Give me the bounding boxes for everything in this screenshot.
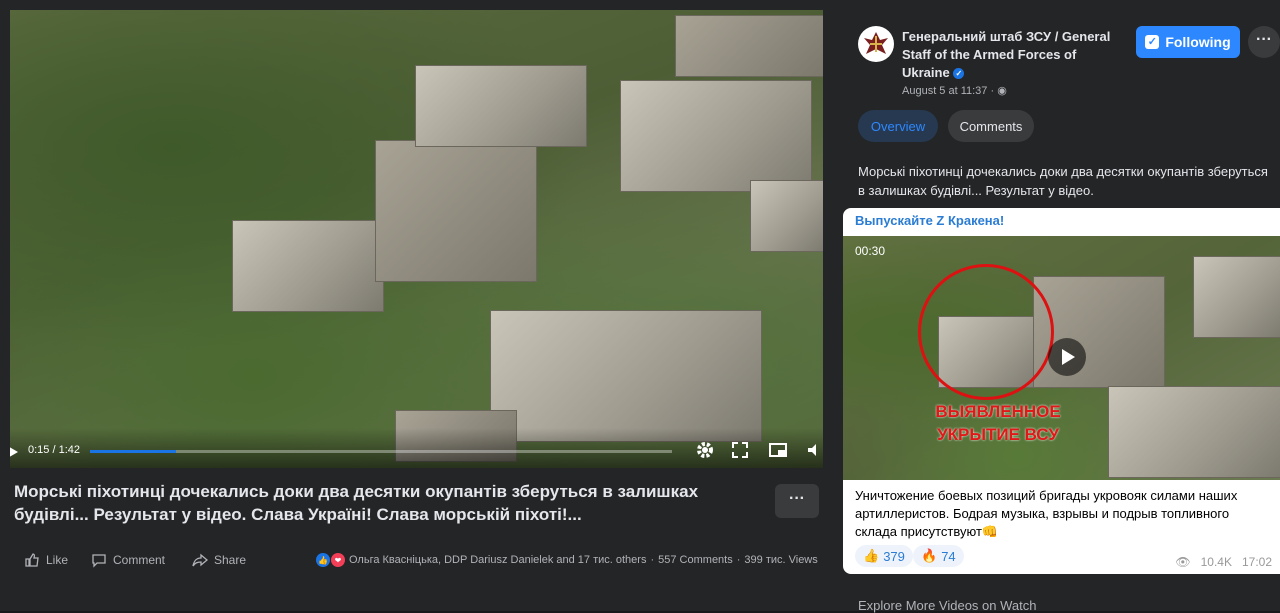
globe-icon: ◉ (997, 85, 1007, 97)
fullscreen-icon[interactable] (730, 440, 750, 460)
follow-check-icon: ✓ (1145, 35, 1160, 49)
comment-button[interactable]: Comment (91, 548, 165, 572)
reactions-row[interactable]: 👍 ❤ Ольга Квасніцька, DDP Dariusz Daniel… (316, 548, 818, 572)
comment-icon (92, 554, 106, 568)
thumbs-up-icon (25, 553, 39, 567)
reactions-summary[interactable]: Ольга Квасніцька, DDP Dariusz Danielek a… (349, 554, 646, 566)
tab-overview[interactable]: Overview (858, 110, 938, 142)
page-avatar[interactable] (858, 26, 894, 62)
like-label: Like (46, 553, 69, 567)
following-button[interactable]: ✓ Following (1136, 26, 1240, 58)
play-icon[interactable] (10, 445, 18, 459)
ruined-building (1108, 386, 1280, 478)
video-controls: 0:15 / 1:42 (10, 428, 823, 468)
emblem-icon (859, 27, 893, 61)
sidebar-more-button[interactable]: ··· (1248, 26, 1280, 58)
video-player[interactable]: 0:15 / 1:42 (10, 10, 823, 468)
separator: · (736, 554, 741, 566)
settings-icon[interactable] (695, 440, 715, 460)
separator: · (650, 554, 655, 566)
embedded-post-card[interactable]: Выпускайте Z Кракена! 00:30 ВЫЯВЛЕННОЕ У… (843, 208, 1280, 574)
share-icon (192, 553, 208, 567)
post-description: Морські піхотинці дочекались доки два де… (858, 164, 1268, 198)
ruined-building (415, 65, 587, 147)
play-icon[interactable] (1048, 338, 1086, 376)
page-name[interactable]: Генеральний штаб ЗСУ / General Staff of … (902, 28, 1127, 82)
like-count: 379 (883, 548, 905, 564)
card-text: Уничтожение боевых позиций бригады укров… (855, 488, 1238, 539)
post-more-button[interactable]: ··· (775, 484, 819, 518)
card-views: 10.4K (1200, 555, 1232, 569)
fire-icon: 🔥 (921, 548, 938, 563)
like-reaction-badge[interactable]: 👍 379 (855, 545, 913, 567)
ruined-building (1193, 256, 1280, 338)
ruined-building (232, 220, 384, 312)
page-name-text: Генеральний штаб ЗСУ / General Staff of … (902, 29, 1111, 80)
eye-icon: 👁 (1175, 555, 1191, 569)
verified-icon: ✓ (953, 68, 965, 80)
progress-fill (90, 450, 176, 453)
fire-reaction-badge[interactable]: 🔥 74 (913, 545, 964, 567)
ruined-building (620, 80, 812, 192)
card-overlay-text: ВЫЯВЛЕННОЕ УКРЫТИЕ ВСУ (935, 402, 1061, 444)
thumbs-up-icon: 👍 (863, 548, 880, 563)
card-time: 17:02 (1241, 555, 1272, 569)
following-label: Following (1165, 34, 1231, 50)
share-button[interactable]: Share (192, 548, 246, 572)
video-time: 0:15 / 1:42 (28, 444, 80, 456)
love-reaction-icon: ❤ (331, 553, 345, 567)
video-title: Морські піхотинці дочекались доки два де… (14, 482, 699, 524)
share-label: Share (214, 553, 247, 567)
video-panel: 0:15 / 1:42 Морські піхотинці дочекались… (0, 10, 840, 611)
volume-icon[interactable] (805, 440, 823, 460)
card-video-time: 00:30 (855, 244, 886, 258)
tab-comments[interactable]: Comments (948, 110, 1034, 142)
ruined-building (490, 310, 762, 442)
ruined-building (750, 180, 823, 252)
like-reaction-icon: 👍 (316, 553, 330, 567)
card-video[interactable]: 00:30 ВЫЯВЛЕННОЕ УКРЫТИЕ ВСУ (843, 236, 1280, 480)
progress-bar[interactable] (90, 450, 672, 453)
card-stats: 👁 10.4K 17:02 (1175, 555, 1272, 569)
like-button[interactable]: Like (24, 548, 68, 572)
fire-count: 74 (941, 548, 956, 564)
top-strip (0, 0, 1280, 10)
card-header-link[interactable]: Выпускайте Z Кракена! (855, 213, 1004, 228)
post-date[interactable]: August 5 at 11:37 · ◉ (902, 84, 1007, 97)
views-count: 399 тис. Views (744, 554, 818, 566)
ruined-building (375, 140, 537, 282)
ruined-building (675, 15, 823, 77)
comment-label: Comment (113, 553, 166, 567)
highlight-circle (918, 264, 1054, 400)
comments-count[interactable]: 557 Comments (658, 554, 733, 566)
post-date-text: August 5 at 11:37 · (902, 85, 998, 97)
miniplayer-icon[interactable] (768, 440, 788, 460)
